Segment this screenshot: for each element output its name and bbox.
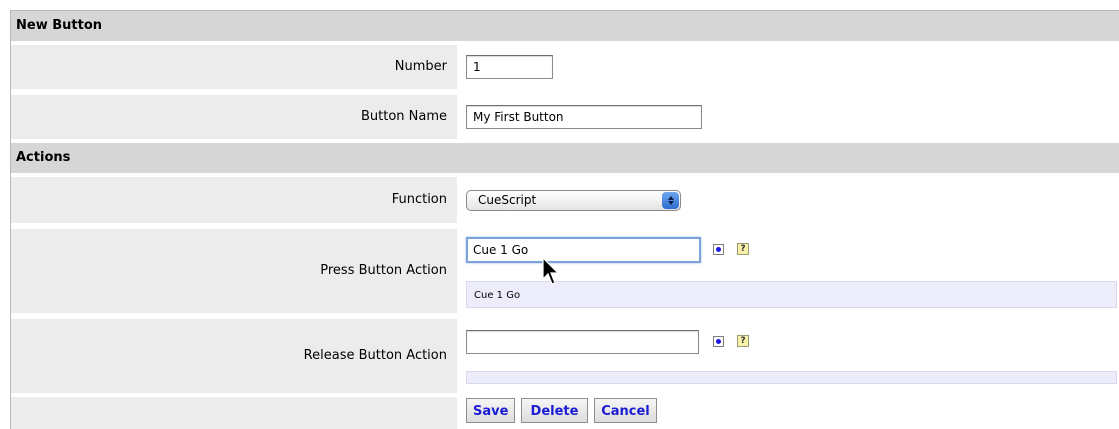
save-button[interactable]: Save: [466, 398, 515, 423]
press-action-preview: Cue 1 Go: [466, 281, 1117, 308]
release-action-label-cell: Release Button Action: [11, 319, 457, 393]
mouse-cursor-icon: [542, 257, 560, 285]
button-name-label-cell: Button Name: [11, 95, 457, 139]
section-title: New Button: [16, 18, 103, 33]
function-label: Function: [391, 192, 447, 207]
insert-dot-icon[interactable]: [713, 244, 724, 255]
function-select[interactable]: CueScript: [466, 190, 681, 211]
section-header-actions: Actions: [11, 143, 1119, 173]
press-action-preview-text: Cue 1 Go: [474, 290, 521, 301]
insert-dot-icon[interactable]: [713, 336, 724, 347]
press-action-input[interactable]: [466, 237, 701, 263]
press-action-label: Press Button Action: [320, 263, 447, 278]
delete-button[interactable]: Delete: [521, 398, 588, 423]
release-action-label: Release Button Action: [303, 348, 447, 363]
press-action-label-cell: Press Button Action: [11, 229, 457, 313]
button-name-label: Button Name: [360, 109, 447, 124]
function-label-cell: Function: [11, 177, 457, 223]
button-name-input[interactable]: [466, 105, 702, 129]
number-label-cell: Number: [11, 45, 457, 89]
number-input[interactable]: [466, 55, 553, 79]
section-title: Actions: [16, 150, 71, 165]
section-header-new-button: New Button: [11, 11, 1119, 41]
release-action-preview: [466, 371, 1117, 384]
cancel-button[interactable]: Cancel: [594, 398, 657, 423]
help-icon[interactable]: ?: [737, 243, 749, 255]
select-arrows-icon: [662, 192, 679, 209]
release-action-input[interactable]: [466, 330, 699, 354]
buttons-row-label-cell: [11, 397, 457, 429]
help-icon[interactable]: ?: [737, 335, 749, 347]
number-label: Number: [394, 59, 447, 74]
function-selected-value: CueScript: [478, 193, 537, 207]
